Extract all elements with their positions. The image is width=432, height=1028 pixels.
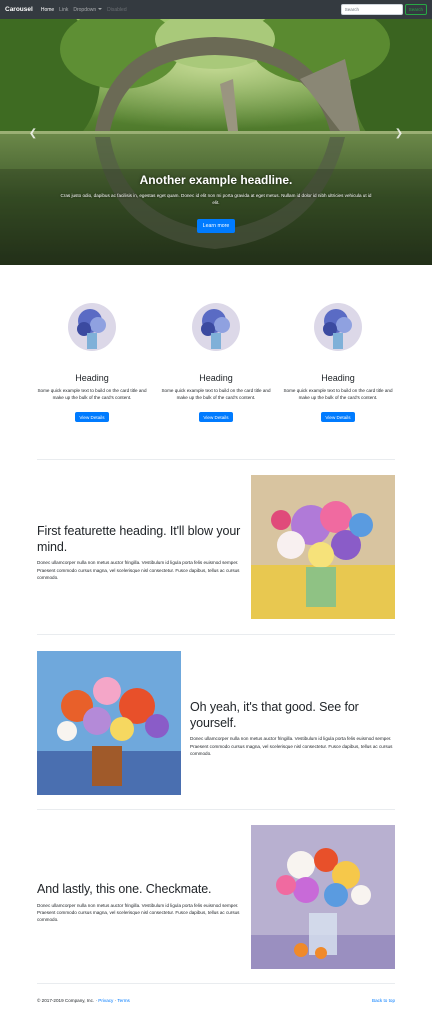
marketing-column: Heading Some quick example text to build…: [161, 303, 271, 424]
featurette-2: Oh yeah, it's that good. See for yoursel…: [190, 700, 395, 757]
copyright-text: © 2017-2019 Company, Inc.: [37, 998, 95, 1003]
caret-down-icon: [98, 8, 103, 11]
featurette-1: First featurette heading. It'll blow you…: [37, 524, 242, 581]
featurette-heading: First featurette heading. It'll blow you…: [37, 524, 241, 554]
nav-link-disabled: Disabled: [107, 6, 127, 13]
marketing-columns: Heading Some quick example text to build…: [37, 303, 395, 433]
nav-link-link[interactable]: Link: [59, 7, 68, 13]
nav-link-home[interactable]: Home: [41, 7, 54, 13]
featurette-image: [251, 475, 395, 619]
footer: © 2017-2019 Company, Inc. · Privacy · Te…: [37, 998, 395, 1003]
search-input[interactable]: [340, 4, 403, 15]
nav-dropdown-label: Dropdown: [73, 6, 97, 13]
column-text: Some quick example text to build on the …: [37, 388, 147, 401]
column-text: Some quick example text to build on the …: [161, 388, 271, 401]
view-details-button[interactable]: View Details: [199, 412, 233, 423]
search-button[interactable]: Search: [404, 4, 427, 15]
navbar-brand[interactable]: Carousel: [5, 6, 33, 13]
featurette-3: And lastly, this one. Checkmate. Donec u…: [37, 882, 242, 924]
carousel: ❮ ❯ Another example headline. Cras justo…: [0, 19, 432, 265]
view-details-button[interactable]: View Details: [75, 412, 109, 423]
terms-link[interactable]: Terms: [117, 998, 130, 1003]
featurette-heading: Oh yeah, it's that good. See for yoursel…: [190, 700, 359, 730]
featurette-divider: [37, 459, 395, 460]
view-details-button[interactable]: View Details: [321, 412, 355, 423]
flower-thumbnail: [314, 303, 362, 351]
column-heading: Heading: [199, 373, 233, 383]
featurette-heading: And lastly, this one. Checkmate.: [37, 882, 212, 896]
column-text: Some quick example text to build on the …: [283, 388, 393, 401]
learn-more-button[interactable]: Learn more: [196, 218, 236, 233]
featurette-image: [37, 651, 181, 795]
nav-dropdown[interactable]: Dropdown: [73, 6, 103, 13]
column-heading: Heading: [321, 373, 355, 383]
carousel-next-icon[interactable]: ❯: [394, 127, 404, 141]
carousel-headline: Another example headline.: [139, 173, 293, 187]
featurette-image: [251, 825, 395, 969]
carousel-text: Cras justo odio, dapibus ac facilisis in…: [60, 193, 372, 206]
privacy-link[interactable]: Privacy: [98, 998, 113, 1003]
carousel-caption: Another example headline. Cras justo odi…: [60, 173, 372, 233]
featurette-text: Donec ullamcorper nulla non metus auctor…: [37, 560, 240, 580]
carousel-prev-icon[interactable]: ❮: [28, 127, 38, 141]
flower-thumbnail: [192, 303, 240, 351]
featurette-divider: [37, 634, 395, 635]
marketing-column: Heading Some quick example text to build…: [37, 303, 147, 424]
footer-divider: [37, 983, 395, 984]
marketing-column: Heading Some quick example text to build…: [283, 303, 393, 424]
navbar: Carousel Home Link Dropdown Disabled Sea…: [0, 0, 432, 19]
flower-thumbnail: [68, 303, 116, 351]
column-heading: Heading: [75, 373, 109, 383]
featurette-text: Donec ullamcorper nulla non metus auctor…: [37, 902, 240, 923]
featurette-divider: [37, 809, 395, 810]
featurette-text: Donec ullamcorper nulla non metus auctor…: [190, 736, 393, 756]
back-to-top-link[interactable]: Back to top: [372, 998, 395, 1003]
